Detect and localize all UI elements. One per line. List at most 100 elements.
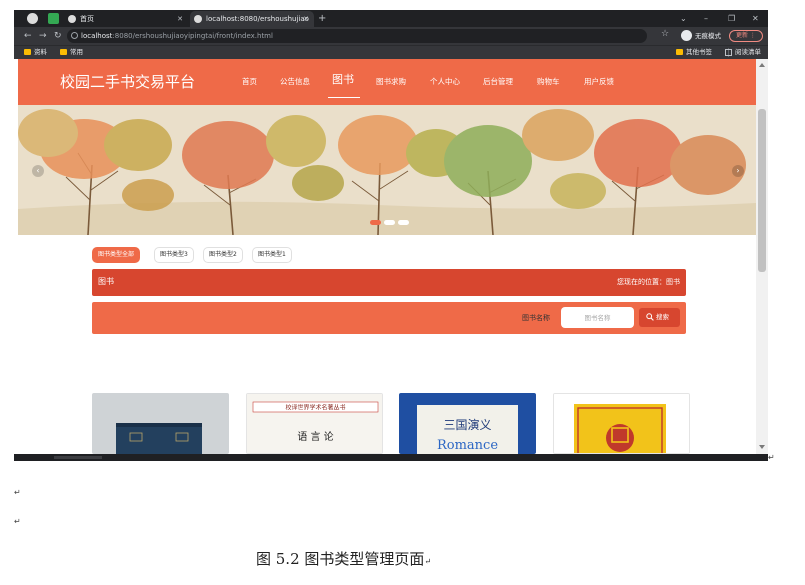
nav-announcements[interactable]: 公告信息 <box>280 76 310 88</box>
banner-prev-icon[interactable]: ‹ <box>32 165 44 177</box>
tab-search-icon[interactable]: ⌄ <box>680 10 687 27</box>
bookmark-star-icon[interactable]: ☆ <box>661 29 669 39</box>
cover-title-text: 三国演义 <box>443 417 491 432</box>
book-cover-image <box>554 394 689 453</box>
tab-close-icon[interactable]: ✕ <box>303 11 309 27</box>
type-filter-1[interactable]: 图书类型1 <box>252 247 292 263</box>
page-viewport: 校园二手书交易平台 首页 公告信息 图书 图书求购 个人中心 后台管理 购物车 … <box>18 59 756 454</box>
incognito-icon <box>681 30 692 41</box>
browser-tab-strip: 首页 ✕ localhost:8080/ershoushujiao ✕ + ⌄ … <box>14 10 768 27</box>
nav-book-requests[interactable]: 图书求购 <box>376 76 406 88</box>
cover-series-text: 校译世界学术名著丛书 <box>285 404 345 412</box>
close-window-icon[interactable]: ✕ <box>752 10 759 27</box>
folder-icon <box>676 49 683 55</box>
bookmark-folder-changyong[interactable]: 常用 <box>60 46 83 59</box>
reload-icon[interactable]: ↻ <box>54 29 62 43</box>
update-button[interactable]: 更新 ⋮ <box>729 30 763 42</box>
banner-dot-2[interactable] <box>384 220 395 225</box>
type-filter-3[interactable]: 图书类型3 <box>154 247 194 263</box>
search-bar: 图书名称 搜索 <box>92 302 686 334</box>
section-title-bar: 图书 您现在的位置：图书 <box>92 269 686 296</box>
maximize-icon[interactable]: ❐ <box>728 10 735 27</box>
search-button[interactable]: 搜索 <box>639 308 680 327</box>
address-toolbar: ← → ↻ localhost:8080/ershoushujiaoyiping… <box>14 27 768 45</box>
type-filter-2[interactable]: 图书类型2 <box>203 247 243 263</box>
tab-home[interactable]: 首页 ✕ <box>64 11 188 27</box>
nav-feedback[interactable]: 用户反馈 <box>584 76 614 88</box>
breadcrumb-label: 您现在的位置： <box>617 278 666 286</box>
scroll-down-icon[interactable] <box>759 445 765 449</box>
tab-favicon-icon <box>68 15 76 23</box>
update-button-label: 更新 <box>736 32 749 39</box>
paragraph-mark-icon: ↵ <box>14 488 21 497</box>
nav-active-underline <box>328 97 360 98</box>
book-card-2[interactable]: 校译世界学术名著丛书 语 言 论 <box>246 393 383 454</box>
nav-cart[interactable]: 购物车 <box>537 76 560 88</box>
tab-label: localhost:8080/ershoushujiao <box>206 15 309 23</box>
search-button-label: 搜索 <box>656 313 669 321</box>
nav-personal-center[interactable]: 个人中心 <box>430 76 460 88</box>
url-field[interactable]: localhost:8080/ershoushujiaoyipingtai/fr… <box>67 29 647 43</box>
nav-home[interactable]: 首页 <box>242 76 257 88</box>
nav-admin[interactable]: 后台管理 <box>483 76 513 88</box>
caption-text: 图 5.2 图书类型管理页面 <box>256 550 425 568</box>
breadcrumb: 您现在的位置：图书 <box>617 277 680 288</box>
reading-list[interactable]: 阅读清单 <box>725 46 761 59</box>
banner-dot-3[interactable] <box>398 220 409 225</box>
scroll-up-icon[interactable] <box>759 63 765 67</box>
bookmark-label: 阅读清单 <box>735 48 761 56</box>
page-scrollbar[interactable] <box>756 59 768 454</box>
bookmark-folder-ziliao[interactable]: 资料 <box>24 46 47 59</box>
folder-icon <box>60 49 67 55</box>
tab-close-icon[interactable]: ✕ <box>177 11 183 27</box>
book-name-search-input[interactable] <box>561 307 634 328</box>
reading-list-icon <box>725 49 732 56</box>
scroll-thumb[interactable] <box>758 109 766 272</box>
incognito-label: 无痕模式 <box>695 32 721 40</box>
tab-label: 首页 <box>80 15 94 23</box>
type-filter-all[interactable]: 图书类型全部 <box>92 247 141 263</box>
new-tab-icon[interactable]: + <box>318 10 326 27</box>
tab-favicon-icon <box>194 15 202 23</box>
forward-icon[interactable]: → <box>39 29 47 43</box>
bookmark-folder-other[interactable]: 其他书签 <box>676 46 712 59</box>
site-info-icon[interactable] <box>71 32 78 39</box>
search-label: 图书名称 <box>522 314 550 322</box>
site-header: 校园二手书交易平台 首页 公告信息 图书 图书求购 个人中心 后台管理 购物车 … <box>18 59 756 105</box>
cover-subtitle-text: Romance <box>437 438 498 453</box>
search-icon <box>646 313 654 321</box>
screenshot: 首页 ✕ localhost:8080/ershoushujiao ✕ + ⌄ … <box>14 10 768 461</box>
bookmark-label: 常用 <box>70 48 83 56</box>
book-cover-image: 三国演义 Romance <box>399 393 536 454</box>
bookmark-label: 其他书签 <box>686 48 712 56</box>
book-cover-image: 校译世界学术名著丛书 语 言 论 <box>247 394 382 453</box>
bookmarks-bar: 资料 常用 其他书签 阅读清单 <box>14 45 768 59</box>
url-path: :8080/ershoushujiaoyipingtai/front/index… <box>112 32 273 40</box>
breadcrumb-current[interactable]: 图书 <box>666 278 680 286</box>
nav-books[interactable]: 图书 <box>332 72 354 88</box>
folder-icon <box>24 49 31 55</box>
paragraph-mark-icon: ↵ <box>424 557 432 566</box>
banner-image <box>18 105 756 235</box>
bookmark-label: 资料 <box>34 48 47 56</box>
os-taskbar <box>14 454 768 461</box>
book-card-1[interactable] <box>92 393 229 454</box>
banner-carousel[interactable]: ‹ › <box>18 105 756 235</box>
paragraph-mark-icon: ↵ <box>14 517 21 526</box>
browser-menu-icon[interactable] <box>27 13 38 24</box>
site-title: 校园二手书交易平台 <box>60 73 196 91</box>
banner-dot-1[interactable] <box>370 220 381 225</box>
book-card-3[interactable]: 三国演义 Romance <box>399 393 536 454</box>
app-shortcut-icon[interactable] <box>48 13 59 24</box>
book-card-4[interactable] <box>553 393 690 454</box>
back-icon[interactable]: ← <box>24 29 32 43</box>
cover-title-text: 语 言 论 <box>297 430 333 443</box>
book-cover-image <box>92 393 229 454</box>
minimize-icon[interactable]: – <box>704 10 708 27</box>
banner-next-icon[interactable]: › <box>732 165 744 177</box>
paragraph-mark-icon: ↵ <box>768 453 775 462</box>
tab-localhost[interactable]: localhost:8080/ershoushujiao ✕ <box>190 11 314 27</box>
url-host: localhost <box>81 32 113 40</box>
section-title: 图书 <box>98 277 114 286</box>
taskbar-item[interactable] <box>54 456 102 459</box>
